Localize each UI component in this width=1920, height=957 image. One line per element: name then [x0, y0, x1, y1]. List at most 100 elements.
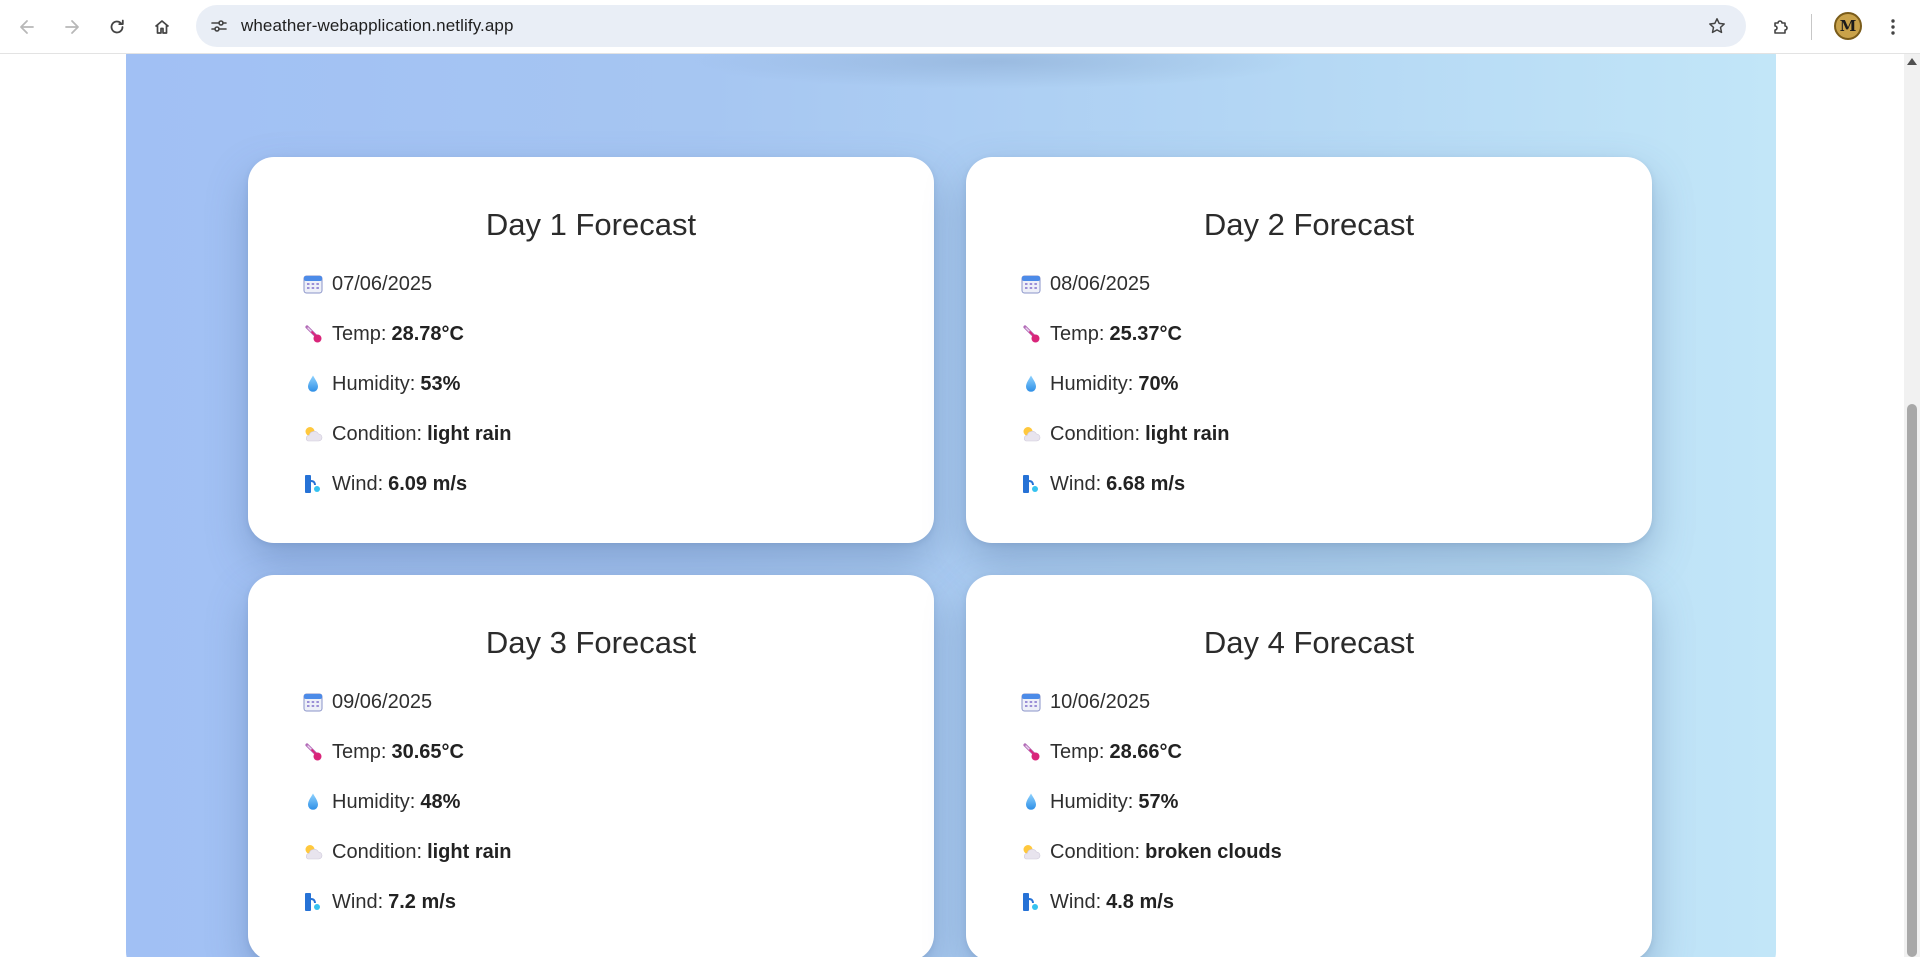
date-value: 08/06/2025: [1050, 272, 1151, 295]
extensions-button[interactable]: [1766, 12, 1796, 42]
forecast-card-title: Day 3 Forecast: [485, 625, 697, 660]
humidity-label: Humidity:: [332, 372, 416, 395]
humidity-value: 48%: [420, 790, 461, 813]
wind-row: Wind: 7.2 m/s: [302, 887, 456, 917]
date-value: 07/06/2025: [332, 272, 433, 295]
humidity-label: Humidity:: [332, 790, 416, 813]
wind-value: 6.09 m/s: [388, 472, 468, 495]
condition-label: Condition:: [332, 422, 423, 445]
wind-label: Wind:: [1050, 472, 1102, 495]
profile-avatar[interactable]: M: [1834, 12, 1862, 40]
date-row: 09/06/2025: [302, 687, 432, 717]
humidity-row: Humidity: 57%: [1020, 787, 1178, 817]
condition-row: Condition: broken clouds: [1020, 837, 1282, 867]
temp-label: Temp:: [332, 322, 387, 345]
droplet-icon: [302, 791, 324, 813]
wind-icon: [302, 473, 324, 495]
date-value: 10/06/2025: [1050, 690, 1151, 713]
forward-arrow-icon: [65, 20, 79, 34]
calendar-icon: [1020, 691, 1042, 713]
wind-row: Wind: 6.09 m/s: [302, 469, 467, 499]
condition-value: light rain: [427, 840, 512, 863]
humidity-row: Humidity: 48%: [302, 787, 460, 817]
temp-row: Temp: 25.37°C: [1020, 319, 1182, 349]
condition-row: Condition: light rain: [1020, 419, 1230, 449]
temp-value: 28.78°C: [391, 322, 464, 345]
humidity-value: 53%: [420, 372, 461, 395]
back-button[interactable]: [12, 12, 42, 42]
droplet-icon: [302, 373, 324, 395]
forecast-card-day-4: Day 4 Forecast 10/06/2025 Temp: 28.66°C …: [966, 575, 1652, 957]
droplet-icon: [1020, 373, 1042, 395]
address-bar[interactable]: wheather-webapplication.netlify.app: [196, 5, 1746, 47]
condition-value: broken clouds: [1145, 840, 1282, 863]
wind-label: Wind:: [1050, 890, 1102, 913]
temp-value: 28.66°C: [1109, 740, 1182, 763]
date-row: 08/06/2025: [1020, 269, 1150, 299]
thermometer-icon: [1020, 323, 1042, 345]
forward-button[interactable]: [57, 12, 87, 42]
date-row: 10/06/2025: [1020, 687, 1150, 717]
home-icon: [154, 20, 170, 34]
humidity-label: Humidity:: [1050, 790, 1134, 813]
temp-value: 25.37°C: [1109, 322, 1182, 345]
thermometer-icon: [302, 741, 324, 763]
temp-label: Temp:: [1050, 322, 1105, 345]
bookmark-button[interactable]: [1702, 11, 1732, 41]
site-info-button[interactable]: [204, 11, 234, 41]
sun-behind-cloud-icon: [302, 423, 324, 445]
condition-row: Condition: light rain: [302, 837, 512, 867]
scroll-up-arrow-icon[interactable]: [1907, 58, 1917, 65]
sun-behind-cloud-icon: [1020, 423, 1042, 445]
reload-button[interactable]: [102, 12, 132, 42]
humidity-row: Humidity: 53%: [302, 369, 460, 399]
thermometer-icon: [1020, 741, 1042, 763]
temp-label: Temp:: [1050, 740, 1105, 763]
wind-icon: [1020, 473, 1042, 495]
forecast-card-day-1: Day 1 Forecast 07/06/2025 Temp: 28.78°C …: [248, 157, 934, 543]
wind-label: Wind:: [332, 472, 384, 495]
droplet-icon: [1020, 791, 1042, 813]
url-text[interactable]: wheather-webapplication.netlify.app: [241, 5, 514, 47]
browser-menu-button[interactable]: [1878, 12, 1908, 42]
calendar-icon: [302, 691, 324, 713]
condition-value: light rain: [1145, 422, 1230, 445]
scrollbar-thumb[interactable]: [1907, 404, 1917, 957]
condition-label: Condition:: [1050, 422, 1141, 445]
wind-value: 7.2 m/s: [388, 890, 456, 913]
humidity-row: Humidity: 70%: [1020, 369, 1178, 399]
home-button[interactable]: [147, 12, 177, 42]
puzzle-icon: [1774, 20, 1788, 34]
calendar-icon: [1020, 273, 1042, 295]
calendar-icon: [302, 273, 324, 295]
star-icon: [1709, 18, 1725, 34]
condition-label: Condition:: [332, 840, 423, 863]
thermometer-icon: [302, 323, 324, 345]
forecast-card-title: Day 1 Forecast: [485, 207, 697, 242]
wind-row: Wind: 4.8 m/s: [1020, 887, 1174, 917]
humidity-label: Humidity:: [1050, 372, 1134, 395]
wind-label: Wind:: [332, 890, 384, 913]
toolbar-divider: [1811, 14, 1812, 40]
forecast-card-day-3: Day 3 Forecast 09/06/2025 Temp: 30.65°C …: [248, 575, 934, 957]
wind-icon: [302, 891, 324, 913]
browser-toolbar: wheather-webapplication.netlify.app M: [0, 0, 1920, 54]
forecast-card-day-2: Day 2 Forecast 08/06/2025 Temp: 25.37°C …: [966, 157, 1652, 543]
sun-behind-cloud-icon: [302, 841, 324, 863]
condition-value: light rain: [427, 422, 512, 445]
wind-value: 6.68 m/s: [1106, 472, 1186, 495]
condition-row: Condition: light rain: [302, 419, 512, 449]
page-scrollbar[interactable]: [1904, 54, 1920, 957]
humidity-value: 57%: [1138, 790, 1179, 813]
date-row: 07/06/2025: [302, 269, 432, 299]
date-value: 09/06/2025: [332, 690, 433, 713]
condition-label: Condition:: [1050, 840, 1141, 863]
wind-icon: [1020, 891, 1042, 913]
back-arrow-icon: [20, 20, 34, 34]
kebab-menu-icon: [1891, 19, 1895, 35]
humidity-value: 70%: [1138, 372, 1179, 395]
weather-app-panel: Day 1 Forecast 07/06/2025 Temp: 28.78°C …: [126, 54, 1776, 957]
temp-row: Temp: 28.66°C: [1020, 737, 1182, 767]
reload-icon: [110, 19, 124, 34]
forecast-card-title: Day 4 Forecast: [1203, 625, 1415, 660]
